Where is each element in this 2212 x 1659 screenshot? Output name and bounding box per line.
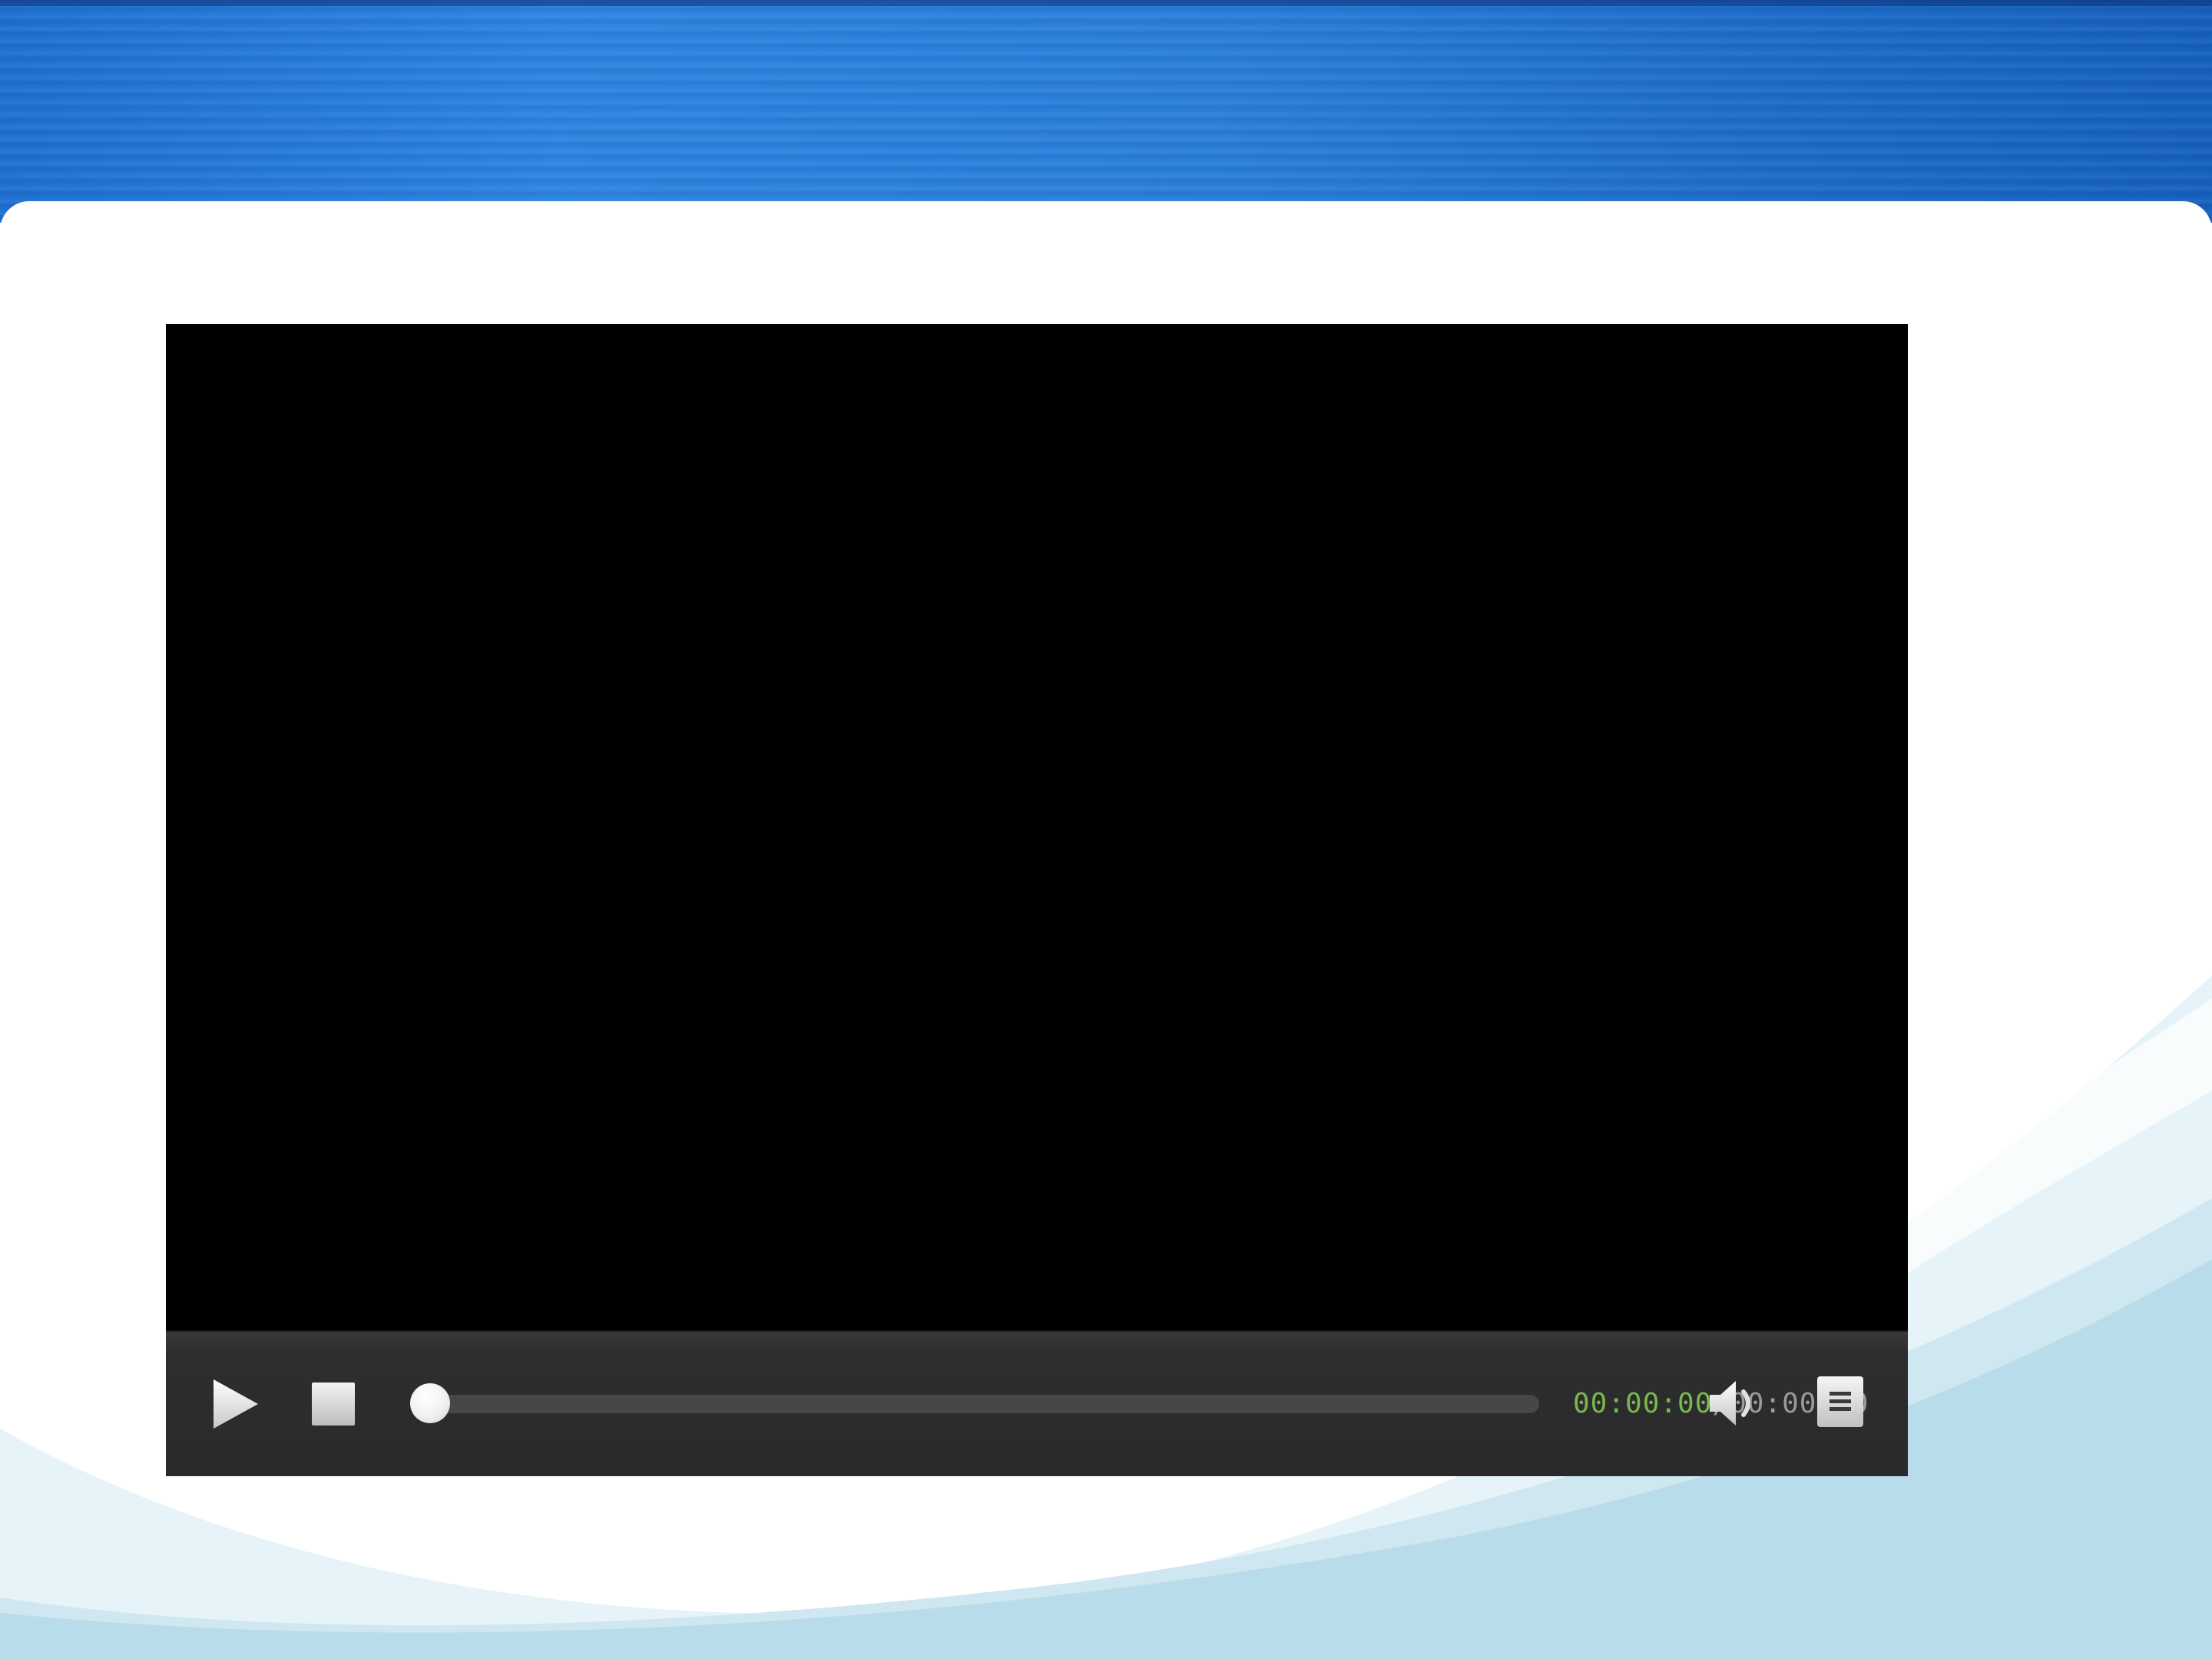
play-button[interactable] [209,1376,263,1432]
stop-icon [312,1382,355,1426]
menu-icon [1817,1376,1863,1427]
player-controls-bar: 00:00:00/00:00:00 [166,1330,1908,1476]
stop-button[interactable] [312,1382,355,1426]
play-icon [214,1379,258,1429]
volume-button[interactable] [1707,1376,1760,1430]
seek-bar[interactable] [410,1383,1539,1423]
current-time: 00:00:00 [1573,1388,1713,1419]
video-player: 00:00:00/00:00:00 [166,324,1908,1476]
video-display[interactable] [166,324,1908,1330]
playlist-menu-button[interactable] [1816,1375,1865,1429]
page: 00:00:00/00:00:00 [0,0,2212,1659]
seek-handle[interactable] [410,1383,450,1423]
header-banner [0,0,2212,223]
volume-icon [1710,1381,1750,1426]
